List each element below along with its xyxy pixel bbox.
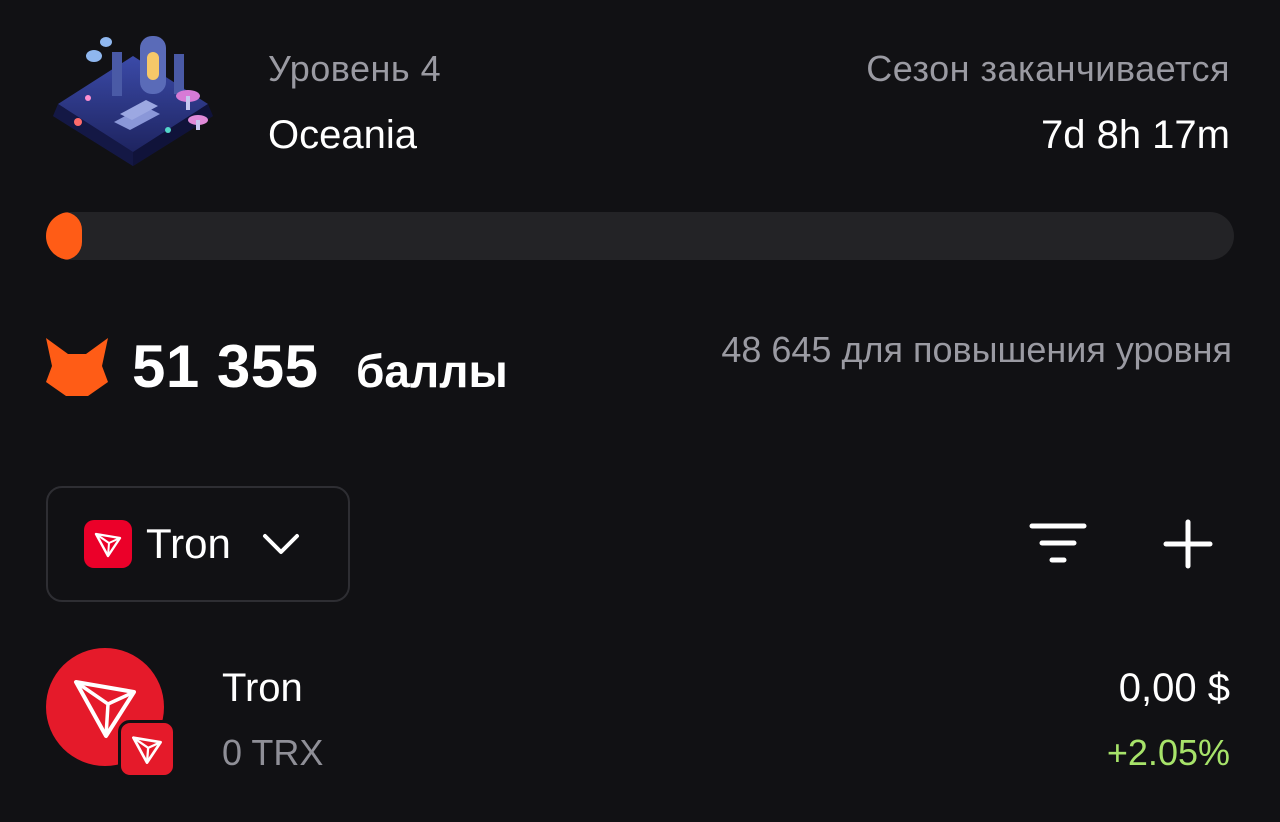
chevron-down-icon	[262, 534, 299, 554]
token-amount: 0 TRX	[222, 732, 324, 773]
plus-icon[interactable]	[1160, 516, 1216, 572]
network-selector-label: Tron	[146, 520, 231, 567]
tron-icon	[84, 520, 132, 568]
level-name: Oceania	[268, 113, 417, 157]
token-fiat-value: 0,00 $	[1118, 666, 1230, 710]
filter-icon[interactable]	[1028, 516, 1088, 572]
oceania-level-art-icon	[53, 36, 213, 166]
network-selector[interactable]: Tron	[46, 486, 350, 602]
points-unit: баллы	[356, 345, 508, 397]
points-to-next-level: 48 645 для повышения уровня	[721, 329, 1232, 370]
season-label: Сезон заканчивается	[866, 48, 1230, 89]
points-value: 51 355	[132, 333, 319, 400]
level-label: Уровень 4	[268, 48, 442, 89]
token-name: Tron	[222, 666, 303, 710]
level-progress-bar	[46, 212, 1234, 260]
portfolio-screen: Уровень 4 Oceania Сезон заканчивается 7d…	[0, 0, 1280, 822]
tron-chain-badge-icon	[118, 720, 176, 778]
level-progress-fill	[46, 212, 82, 260]
token-price-change: +2.05%	[1106, 732, 1230, 773]
season-time: 7d 8h 17m	[1040, 113, 1230, 157]
token-row-tron[interactable]: Tron 0 TRX 0,00 $ +2.05%	[0, 640, 1280, 790]
fox-icon	[46, 338, 108, 396]
